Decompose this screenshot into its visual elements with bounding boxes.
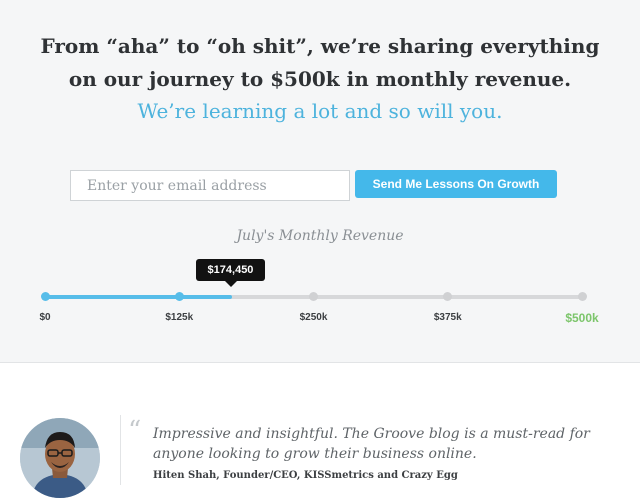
milestone-dot <box>309 292 318 301</box>
headline-line-1: From “aha” to “oh shit”, we’re sharing e… <box>40 34 600 58</box>
milestone-label: $250k <box>299 312 328 323</box>
person-avatar-image <box>20 418 100 498</box>
quote-line-1: Impressive and insightful. The Groove bl… <box>153 426 590 442</box>
hero-section: From “aha” to “oh shit”, we’re sharing e… <box>0 0 640 363</box>
quote-line-2: anyone looking to grow their business on… <box>153 446 477 462</box>
goal-milestone-label: $500k <box>565 311 599 325</box>
revenue-progress-fill <box>45 295 233 299</box>
testimonial-author: Hiten Shah, Founder/CEO, KISSmetrics and… <box>153 470 458 481</box>
milestone-label: $125k <box>165 312 194 323</box>
page-headline: From “aha” to “oh shit”, we’re sharing e… <box>20 30 620 96</box>
milestone-dot <box>443 292 453 301</box>
send-lessons-button[interactable]: Send Me Lessons On Growth <box>355 170 557 198</box>
headline-line-2: on our journey to $500k in monthly reven… <box>68 67 572 91</box>
email-field[interactable] <box>70 170 350 201</box>
revenue-title: July's Monthly Revenue <box>236 228 404 244</box>
quote-divider <box>120 415 121 485</box>
testimonial-quote: Impressive and insightful. The Groove bl… <box>153 424 603 464</box>
milestone-dot <box>577 292 587 301</box>
person-avatar <box>20 418 100 498</box>
milestone-dot <box>40 292 50 301</box>
milestone-dot <box>174 292 184 301</box>
page-subheadline: We’re learning a lot and so will you. <box>137 99 503 123</box>
current-revenue-tooltip: $174,450 <box>196 259 265 281</box>
milestone-label: $375k <box>433 312 462 323</box>
tooltip-arrow <box>225 281 237 287</box>
milestone-label: $0 <box>39 312 51 323</box>
open-quote-icon: “ <box>128 416 142 446</box>
